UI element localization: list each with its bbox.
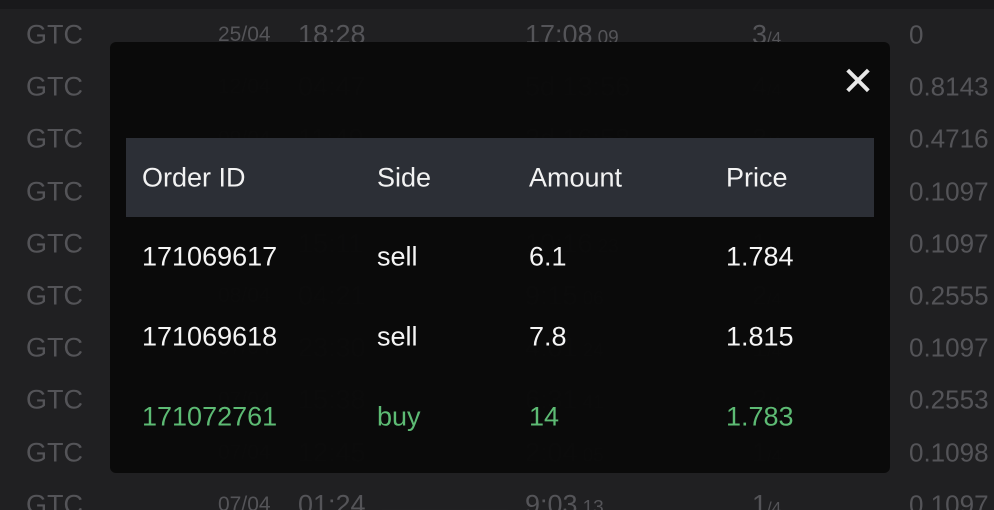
header-price: Price: [726, 162, 788, 192]
order-row: 171072761 buy 14 1.783: [126, 377, 874, 457]
order-amount: 6.1: [529, 241, 567, 272]
order-amount: 7.8: [529, 321, 567, 352]
order-id: 171072761: [142, 401, 278, 432]
order-details-modal: ✕ Order ID Side Amount Price 171069617 s…: [110, 42, 890, 473]
orders-table-header: Order ID Side Amount Price: [126, 138, 874, 217]
header-side: Side: [377, 162, 432, 192]
page: GTC25/0418:2817:08093/40GTC12/0404:475d …: [0, 0, 994, 510]
close-icon[interactable]: ✕: [838, 62, 878, 102]
orders-table: Order ID Side Amount Price 171069617 sel…: [126, 138, 874, 457]
header-order-id: Order ID: [142, 162, 246, 192]
order-price: 1.783: [726, 401, 794, 432]
order-price: 1.784: [726, 241, 794, 272]
order-side: sell: [377, 321, 418, 352]
order-id: 171069617: [142, 241, 278, 272]
order-row: 171069617 sell 6.1 1.784: [126, 217, 874, 297]
order-side: buy: [377, 401, 421, 432]
order-row: 171069618 sell 7.8 1.815: [126, 297, 874, 377]
order-price: 1.815: [726, 321, 794, 352]
header-amount: Amount: [529, 162, 623, 192]
order-id: 171069618: [142, 321, 278, 352]
order-amount: 14: [529, 401, 560, 432]
order-side: sell: [377, 241, 418, 272]
